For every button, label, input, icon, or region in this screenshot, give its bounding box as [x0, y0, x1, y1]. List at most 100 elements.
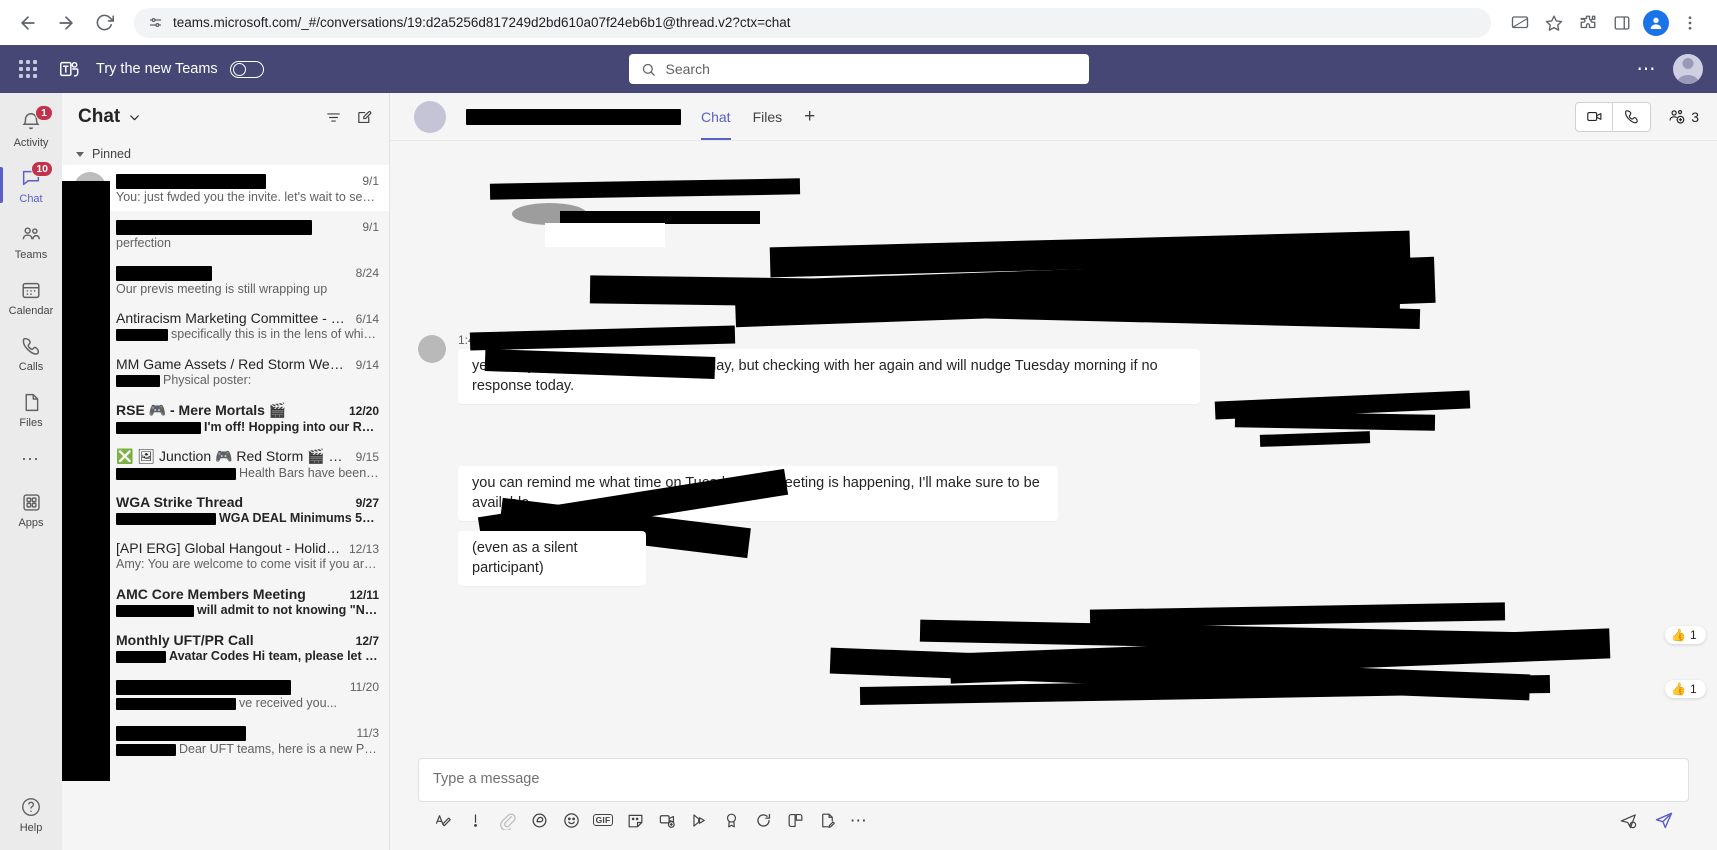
- try-new-teams-label: Try the new Teams: [96, 61, 218, 77]
- list-item[interactable]: RSE 🎮 - Mere Mortals 🎬 12/20 I'm off! Hopp…: [62, 395, 389, 441]
- format-icon[interactable]: [428, 806, 458, 834]
- profile-avatar-icon[interactable]: [1641, 8, 1671, 38]
- list-item[interactable]: 8/24 Our previs meeting is still wrapping…: [62, 257, 389, 303]
- side-panel-icon[interactable]: [1607, 8, 1637, 38]
- reaction-count: 1: [1689, 628, 1697, 642]
- try-new-teams-control[interactable]: Try the new Teams: [96, 60, 264, 78]
- message-input[interactable]: Type a message: [419, 759, 1688, 801]
- video-camera-icon[interactable]: [1575, 101, 1614, 132]
- chat-items-container: 9/1 You: just fwded you the invite. let's…: [62, 165, 389, 850]
- chat-name: Antiracism Marketing Committee - We...: [116, 310, 350, 326]
- redacted-name: [116, 725, 246, 741]
- sidebar-item-calls[interactable]: Calls: [0, 325, 62, 381]
- important-icon[interactable]: [460, 806, 490, 834]
- extensions-icon[interactable]: [1573, 8, 1603, 38]
- reaction-badge[interactable]: 👍 1: [1665, 680, 1706, 698]
- forward-button[interactable]: [50, 7, 82, 39]
- list-item[interactable]: 11/20 ve received you...: [62, 671, 389, 717]
- app-launcher-icon[interactable]: [14, 55, 42, 83]
- apps-icon[interactable]: [780, 806, 810, 834]
- chat-name: WGA Strike Thread: [116, 494, 244, 510]
- reaction-badge[interactable]: 👍 1: [1665, 626, 1706, 644]
- compose-chat-icon[interactable]: [356, 109, 373, 126]
- sidebar-item-files[interactable]: Files: [0, 381, 62, 437]
- composer-toolbar: GIF ⋯: [418, 802, 1689, 840]
- list-item[interactable]: ❎ 🖼 Junction 🎮 Red Storm 🎬 Ubi-... 9/15 He…: [62, 441, 389, 487]
- sidebar-item-help[interactable]: Help: [0, 786, 62, 842]
- list-item[interactable]: 9/1 You: just fwded you the invite. let's…: [62, 165, 389, 211]
- reload-button[interactable]: [88, 7, 120, 39]
- composer[interactable]: Type a message: [418, 758, 1689, 802]
- praise-icon[interactable]: [716, 806, 746, 834]
- redacted-sender: [116, 421, 201, 434]
- attach-icon[interactable]: [492, 806, 522, 834]
- list-item[interactable]: Antiracism Marketing Committee - We... 6/…: [62, 303, 389, 349]
- search-input[interactable]: Search: [628, 54, 1089, 84]
- redaction-mark: [62, 181, 110, 781]
- redaction-mark: [1234, 411, 1436, 431]
- chat-name: Monthly UFT/PR Call: [116, 632, 254, 648]
- thumbs-up-reaction[interactable]: 👍 1: [1665, 680, 1706, 698]
- send-icon[interactable]: [1649, 806, 1679, 834]
- schedule-send-icon[interactable]: [1613, 806, 1643, 834]
- tab-files[interactable]: Files: [753, 93, 783, 140]
- gif-icon[interactable]: GIF: [588, 806, 618, 834]
- list-item[interactable]: MM Game Assets / Red Storm Weekly 9/14 Phy…: [62, 349, 389, 395]
- sidebar-item-calendar[interactable]: Calendar: [0, 269, 62, 325]
- cast-icon[interactable]: [1505, 8, 1535, 38]
- pinned-section-header[interactable]: Pinned: [62, 141, 389, 165]
- add-tab-button[interactable]: +: [804, 93, 815, 140]
- more-options-icon[interactable]: ⋯: [844, 806, 874, 834]
- chat-date: 9/15: [355, 450, 379, 464]
- chat-preview: Our previs meeting is still wrapping up: [116, 281, 328, 296]
- sticker-icon[interactable]: [620, 806, 650, 834]
- sidebar-more-apps-icon[interactable]: ⋯: [21, 437, 41, 481]
- participants-button[interactable]: 3: [1667, 107, 1699, 126]
- sidebar-item-activity[interactable]: 1 Activity: [0, 101, 62, 157]
- chat-date: 11/20: [349, 680, 379, 694]
- thumbs-up-reaction[interactable]: 👍 1: [1665, 626, 1706, 644]
- sidebar-item-teams[interactable]: Teams: [0, 213, 62, 269]
- sidebar-item-chat[interactable]: 10 Chat: [0, 157, 62, 213]
- chat-name: RSE 🎮 - Mere Mortals 🎬: [116, 402, 287, 418]
- emoji-icon[interactable]: [556, 806, 586, 834]
- chat-date: 8/24: [355, 266, 379, 280]
- list-item[interactable]: AMC Core Members Meeting 12/11 will admit …: [62, 579, 389, 625]
- try-new-teams-toggle[interactable]: [229, 60, 264, 78]
- browser-menu-icon[interactable]: [1675, 8, 1705, 38]
- list-item[interactable]: Monthly UFT/PR Call 12/7 Avatar Codes Hi t…: [62, 625, 389, 671]
- message-list: 1:46 PM yesterday assuming MB went on ho…: [390, 141, 1717, 758]
- site-settings-icon[interactable]: [148, 15, 163, 30]
- chat-icon: 10: [20, 161, 53, 191]
- tab-chat[interactable]: Chat: [701, 93, 731, 140]
- chevron-down-icon[interactable]: [128, 111, 141, 124]
- list-item[interactable]: [API ERG] Global Hangout - Holiday E... 1…: [62, 533, 389, 579]
- list-item[interactable]: 11/3 Dear UFT teams, here is a new Parrot…: [62, 717, 389, 763]
- meet-now-icon[interactable]: [652, 806, 682, 834]
- sidebar-item-apps[interactable]: Apps: [0, 481, 62, 537]
- list-item[interactable]: 9/1 perfection: [62, 211, 389, 257]
- gif-label: GIF: [592, 813, 614, 827]
- redacted-sender: [116, 650, 166, 663]
- composer-area: Type a message GIF ⋯: [390, 758, 1717, 850]
- redacted-sender: [116, 374, 160, 387]
- back-button[interactable]: [12, 7, 44, 39]
- sidebar-item-label: Teams: [14, 249, 48, 261]
- loop-icon[interactable]: [524, 806, 554, 834]
- address-bar[interactable]: teams.microsoft.com/_#/conversations/19:…: [134, 7, 1491, 38]
- filter-icon[interactable]: [325, 109, 342, 126]
- ellipsis-icon[interactable]: ⋯: [1637, 60, 1658, 79]
- redacted-name: [116, 173, 266, 189]
- approvals-icon[interactable]: [748, 806, 778, 834]
- forms-icon[interactable]: [812, 806, 842, 834]
- redacted-sender: [116, 743, 176, 756]
- page-title: Chat: [78, 106, 121, 127]
- chat-name: MM Game Assets / Red Storm Weekly: [116, 356, 350, 372]
- chat-date: 9/27: [355, 496, 379, 510]
- user-avatar[interactable]: [1673, 54, 1703, 84]
- stream-icon[interactable]: [684, 806, 714, 834]
- bookmark-star-icon[interactable]: [1539, 8, 1569, 38]
- redacted-name: [116, 679, 291, 695]
- phone-icon[interactable]: [1613, 101, 1652, 132]
- list-item[interactable]: WGA Strike Thread 9/27 WGA DEAL Minimums 5…: [62, 487, 389, 533]
